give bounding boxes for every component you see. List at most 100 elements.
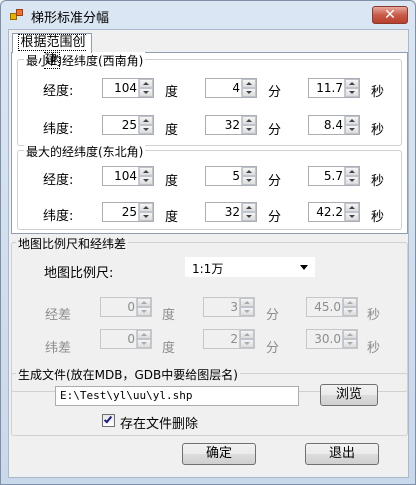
checkmark-icon [103, 414, 113, 424]
min-unit: 分 [266, 308, 280, 323]
min-lat-sec-stepper[interactable]: 8.4 [308, 115, 360, 135]
scale-select[interactable]: 1:1万 [185, 257, 315, 277]
output-group-title: 生成文件(放在MDB，GDB中要给图层名) [16, 366, 240, 383]
lat-diff-min-stepper[interactable]: 2 [203, 329, 255, 349]
lon-diff-label: 经差 [45, 308, 72, 323]
spin-up-icon[interactable] [242, 79, 256, 88]
spin-up-icon[interactable] [139, 116, 153, 125]
max-lon-label: 经度: [43, 173, 74, 188]
deg-unit: 度 [165, 85, 179, 100]
sec-unit: 秒 [367, 308, 381, 323]
spin-up-icon[interactable] [343, 330, 357, 339]
tab-panel: 最小的经纬度(西南角) 经度: 104 度 4 分 11.7 秒 纬度: 25 … [11, 52, 408, 234]
tab-create-by-range[interactable]: 根据范围创建 [12, 33, 92, 69]
browse-button[interactable]: 浏览 [320, 384, 378, 406]
spin-down-icon[interactable] [242, 176, 256, 185]
sec-unit: 秒 [367, 341, 381, 356]
lon-diff-deg-stepper[interactable]: 0 [100, 297, 152, 317]
title-bar[interactable]: 梯形标准分幅 ✕ [1, 1, 415, 29]
min-lon-min-stepper[interactable]: 4 [205, 78, 257, 98]
max-lon-min-stepper[interactable]: 5 [205, 166, 257, 186]
min-lon-sec-stepper[interactable]: 11.7 [308, 78, 360, 98]
min-unit: 分 [268, 123, 282, 138]
output-path-input[interactable]: E:\Test\yl\uu\yl.shp [55, 386, 299, 406]
spin-down-icon[interactable] [242, 212, 256, 221]
spin-up-icon[interactable] [345, 116, 359, 125]
min-unit: 分 [268, 85, 282, 100]
chevron-down-icon [300, 265, 308, 270]
max-coords-group: 最大的经纬度(东北角) 经度: 104 度 5 分 5.7 秒 纬度: 25 度… [17, 143, 402, 230]
app-icon [10, 9, 26, 23]
max-group-title: 最大的经纬度(东北角) [24, 143, 146, 160]
spin-down-icon[interactable] [139, 88, 153, 97]
spin-down-icon[interactable] [139, 176, 153, 185]
min-lat-min-stepper[interactable]: 32 [205, 115, 257, 135]
spin-down-icon[interactable] [240, 307, 254, 316]
min-lon-deg-stepper[interactable]: 104 [102, 78, 154, 98]
min-group-title: 最小的经纬度(西南角) [24, 52, 146, 69]
spin-up-icon[interactable] [240, 298, 254, 307]
scale-label: 地图比例尺: [44, 266, 114, 281]
deg-unit: 度 [165, 123, 179, 138]
sec-unit: 秒 [371, 123, 385, 138]
spin-down-icon[interactable] [137, 307, 151, 316]
spin-up-icon[interactable] [345, 167, 359, 176]
lon-diff-sec-stepper[interactable]: 45.0 [306, 297, 358, 317]
delete-existing-checkbox[interactable] [102, 414, 115, 427]
lat-diff-deg-stepper[interactable]: 0 [100, 329, 152, 349]
spin-up-icon[interactable] [137, 330, 151, 339]
spin-up-icon[interactable] [137, 298, 151, 307]
min-lat-deg-stepper[interactable]: 25 [102, 115, 154, 135]
max-lon-sec-stepper[interactable]: 5.7 [308, 166, 360, 186]
max-lon-deg-stepper[interactable]: 104 [102, 166, 154, 186]
close-button[interactable]: ✕ [372, 6, 408, 24]
deg-unit: 度 [162, 308, 176, 323]
sec-unit: 秒 [371, 85, 385, 100]
min-unit: 分 [268, 210, 282, 225]
spin-down-icon[interactable] [345, 212, 359, 221]
spin-up-icon[interactable] [345, 79, 359, 88]
max-lat-sec-stepper[interactable]: 42.2 [308, 202, 360, 222]
spin-up-icon[interactable] [139, 203, 153, 212]
sec-unit: 秒 [371, 174, 385, 189]
spin-down-icon[interactable] [345, 88, 359, 97]
deg-unit: 度 [162, 341, 176, 356]
min-unit: 分 [266, 341, 280, 356]
client-area: 根据范围创建 最小的经纬度(西南角) 经度: 104 度 4 分 11.7 秒 … [8, 29, 409, 478]
spin-up-icon[interactable] [345, 203, 359, 212]
max-lat-label: 纬度: [43, 209, 74, 224]
spin-up-icon[interactable] [139, 79, 153, 88]
delete-existing-label[interactable]: 存在文件删除 [120, 413, 198, 432]
spin-down-icon[interactable] [343, 307, 357, 316]
spin-up-icon[interactable] [240, 330, 254, 339]
spin-down-icon[interactable] [139, 212, 153, 221]
min-coords-group: 最小的经纬度(西南角) 经度: 104 度 4 分 11.7 秒 纬度: 25 … [17, 52, 402, 146]
spin-up-icon[interactable] [139, 167, 153, 176]
spin-up-icon[interactable] [242, 116, 256, 125]
ok-button[interactable]: 确定 [182, 443, 256, 465]
spin-up-icon[interactable] [343, 298, 357, 307]
spin-down-icon[interactable] [240, 339, 254, 348]
max-lat-deg-stepper[interactable]: 25 [102, 202, 154, 222]
deg-unit: 度 [165, 174, 179, 189]
lon-diff-min-stepper[interactable]: 3 [203, 297, 255, 317]
spin-up-icon[interactable] [242, 203, 256, 212]
exit-button[interactable]: 退出 [305, 443, 379, 465]
dialog-window: 梯形标准分幅 ✕ 根据范围创建 最小的经纬度(西南角) 经度: 104 度 4 [0, 0, 416, 485]
spin-up-icon[interactable] [242, 167, 256, 176]
spin-down-icon[interactable] [345, 125, 359, 134]
spin-down-icon[interactable] [343, 339, 357, 348]
scale-group-title: 地图比例尺和经纬差 [16, 235, 129, 252]
min-lon-label: 经度: [43, 84, 74, 99]
max-lat-min-stepper[interactable]: 32 [205, 202, 257, 222]
spin-down-icon[interactable] [137, 339, 151, 348]
lat-diff-label: 纬差 [45, 341, 72, 356]
min-lat-label: 纬度: [43, 122, 74, 137]
spin-down-icon[interactable] [242, 125, 256, 134]
sec-unit: 秒 [371, 210, 385, 225]
spin-down-icon[interactable] [345, 176, 359, 185]
spin-down-icon[interactable] [242, 88, 256, 97]
lat-diff-sec-stepper[interactable]: 30.0 [306, 329, 358, 349]
deg-unit: 度 [165, 210, 179, 225]
spin-down-icon[interactable] [139, 125, 153, 134]
